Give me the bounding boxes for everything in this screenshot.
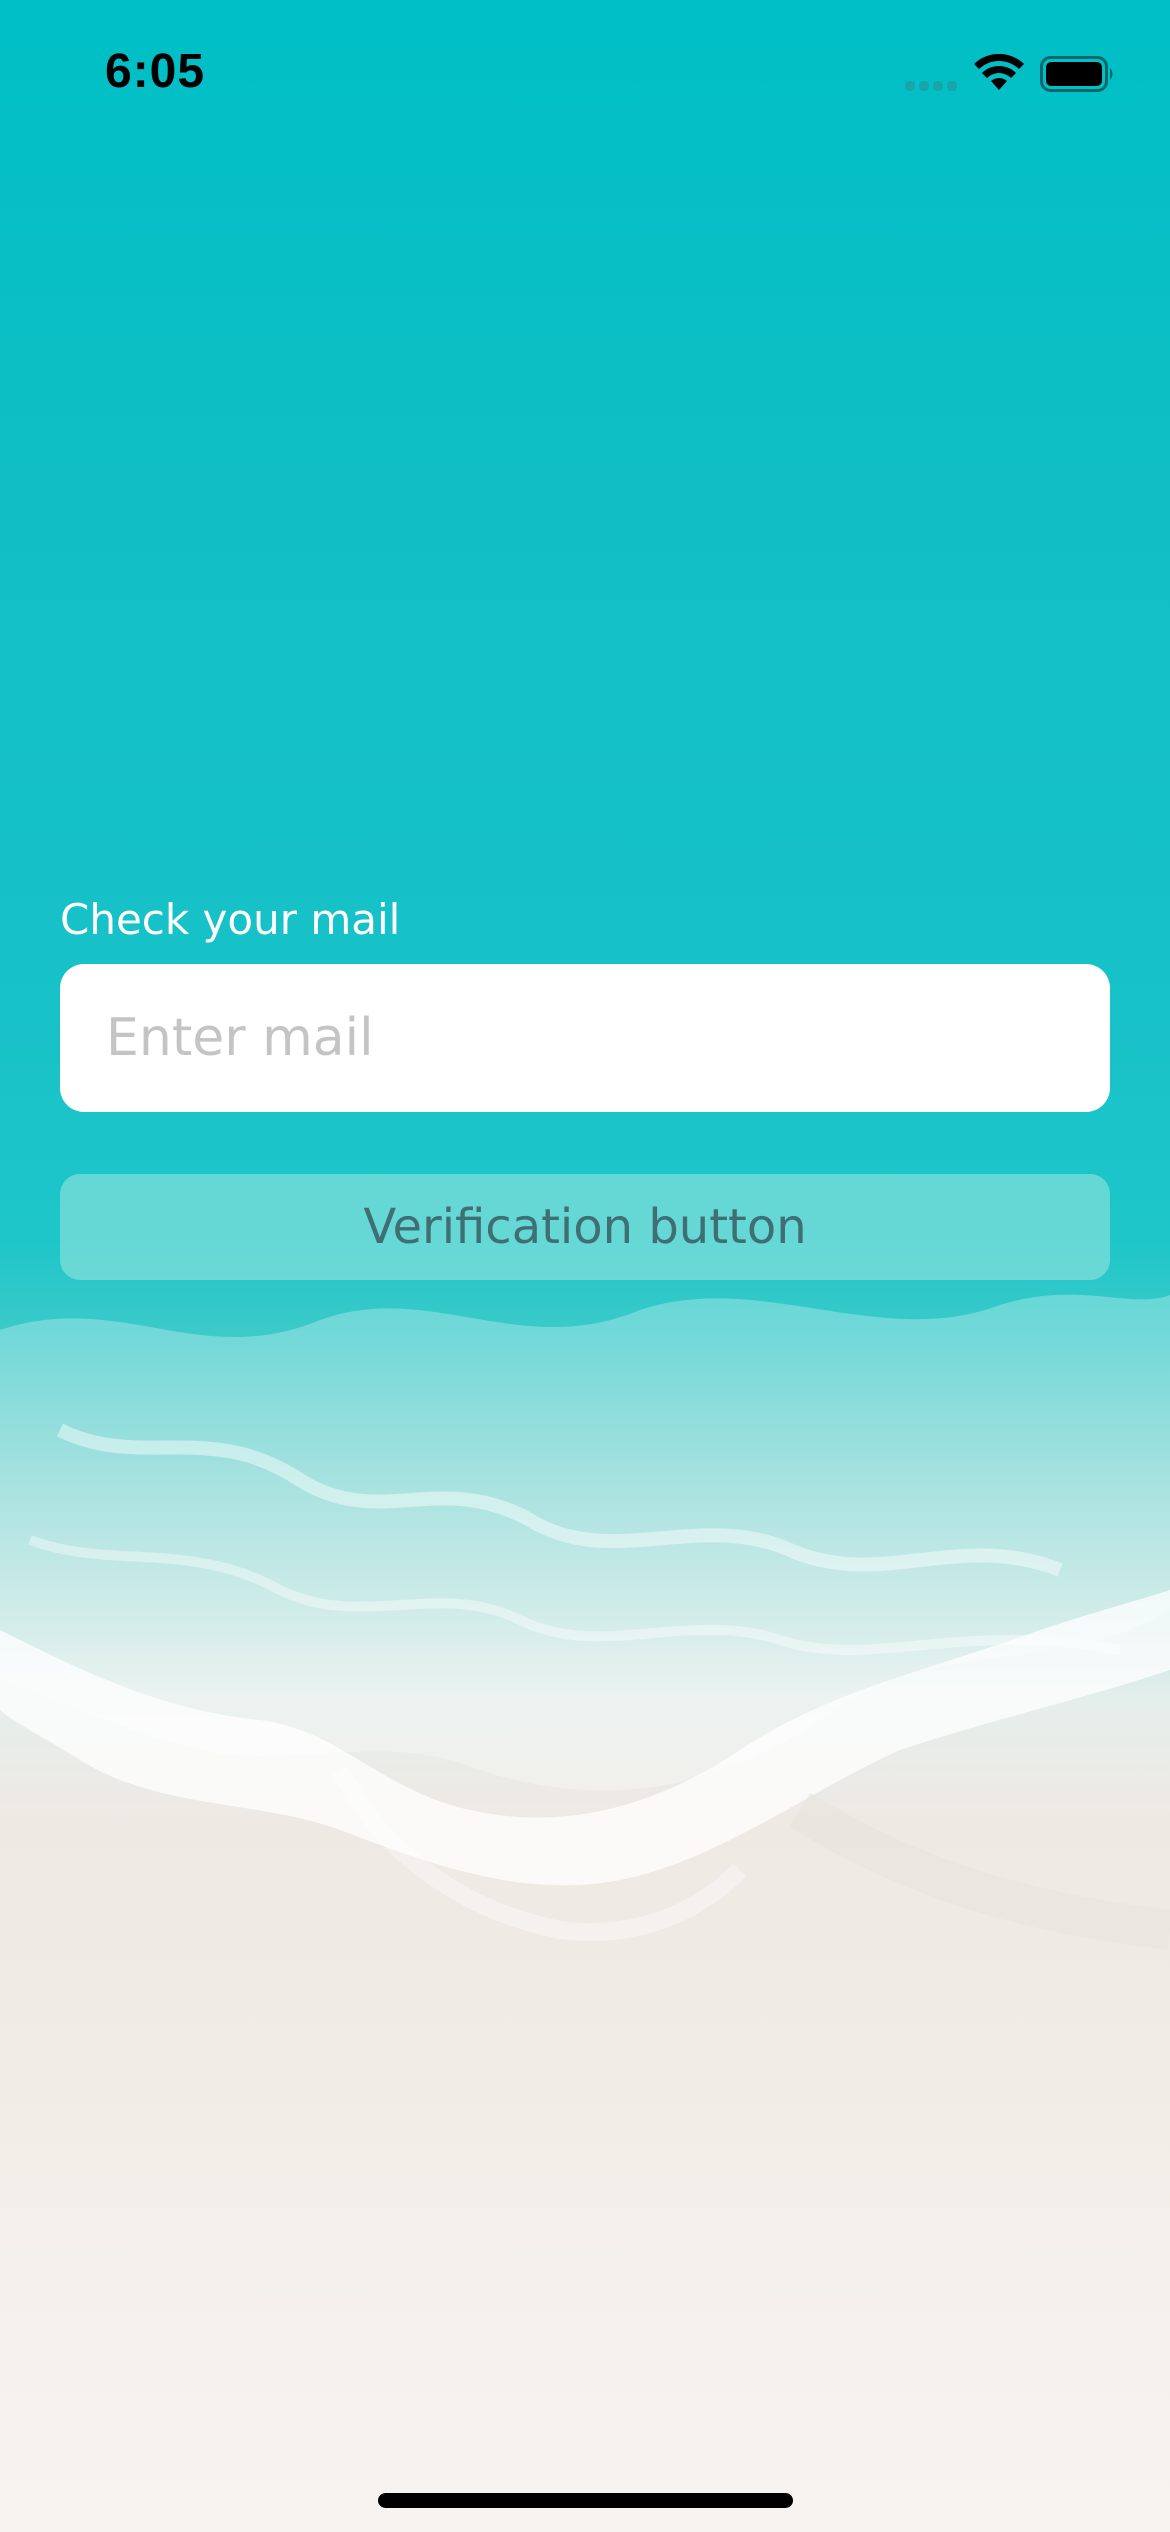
beach-wave-background [0,1294,1170,1950]
status-bar: 6:05 [0,0,1170,150]
status-time: 6:05 [105,45,206,98]
mail-verification-screen: 6:05 Check your mail Verification button [0,0,1170,2532]
verification-button[interactable]: Verification button [60,1174,1110,1280]
home-indicator[interactable] [378,2493,793,2508]
wifi-icon [974,54,1024,90]
email-input[interactable] [60,964,1110,1112]
cellular-signal-icon [905,81,957,91]
check-mail-label: Check your mail [60,895,401,944]
battery-icon [1040,56,1113,92]
